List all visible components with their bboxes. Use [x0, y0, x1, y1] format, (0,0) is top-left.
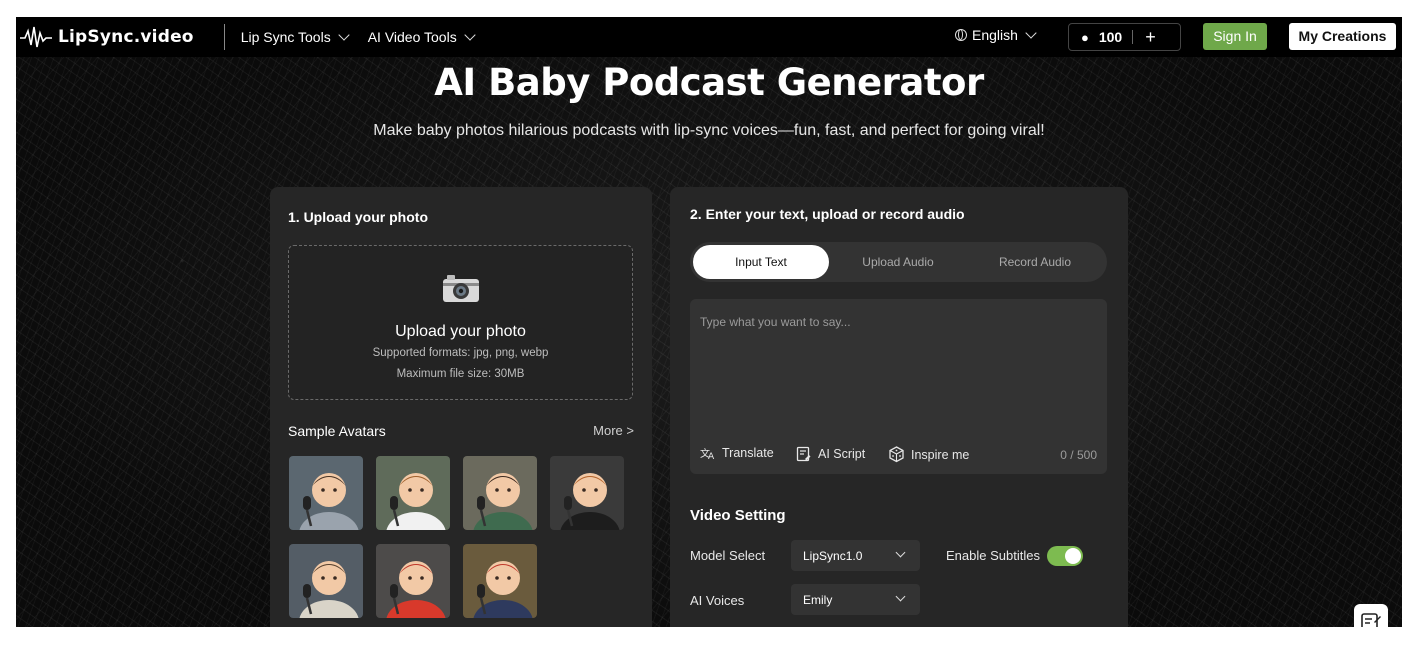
nav-label: AI Video Tools — [367, 29, 457, 45]
script-textarea[interactable]: Type what you want to say... 文 A Transla… — [690, 299, 1107, 474]
app-frame: LipSync.video Lip Sync Tools AI Video To… — [16, 17, 1402, 627]
translate-icon: 文 A — [700, 447, 715, 460]
audio-panel-title: 2. Enter your text, upload or record aud… — [690, 206, 965, 222]
language-selector[interactable]: English — [955, 27, 1037, 43]
avatar-image — [376, 544, 450, 618]
svg-text:A: A — [708, 452, 715, 460]
sample-avatars-label: Sample Avatars — [288, 423, 386, 439]
audio-mode-tabs: Input Text Upload Audio Record Audio — [690, 242, 1107, 282]
character-counter: 0 / 500 — [1060, 448, 1097, 462]
logo-text: LipSync.video — [58, 27, 194, 47]
model-select-value: LipSync1.0 — [803, 549, 863, 563]
inspire-me-label: Inspire me — [911, 447, 970, 462]
chevron-down-icon — [338, 29, 350, 41]
top-navigation-bar: LipSync.video Lip Sync Tools AI Video To… — [16, 17, 1402, 57]
chevron-down-icon — [895, 547, 906, 558]
logo[interactable]: LipSync.video — [20, 25, 194, 49]
chevron-down-icon — [895, 591, 906, 602]
sample-avatar[interactable] — [289, 544, 363, 618]
feedback-icon — [1361, 613, 1381, 627]
credits-divider — [1132, 30, 1134, 44]
subtitles-toggle[interactable] — [1047, 546, 1083, 566]
ai-script-button[interactable]: AI Script — [796, 446, 865, 462]
chevron-down-icon — [1025, 27, 1037, 39]
ai-script-icon — [796, 446, 811, 462]
sample-avatar[interactable] — [463, 544, 537, 618]
sign-in-button[interactable]: Sign In — [1203, 23, 1267, 50]
sample-avatar[interactable] — [376, 544, 450, 618]
upload-formats-hint: Supported formats: jpg, png, webp — [372, 347, 549, 359]
upload-title: Upload your photo — [395, 323, 526, 340]
chevron-down-icon — [464, 29, 476, 41]
audio-input-panel: 2. Enter your text, upload or record aud… — [670, 187, 1128, 627]
nav-lip-sync-tools[interactable]: Lip Sync Tools — [240, 29, 350, 45]
translate-button[interactable]: 文 A Translate — [700, 446, 774, 460]
sample-avatar[interactable] — [463, 456, 537, 530]
my-creations-button[interactable]: My Creations — [1289, 23, 1396, 50]
tab-upload-audio[interactable]: Upload Audio — [830, 245, 966, 279]
add-credits-button[interactable]: + — [1145, 27, 1156, 48]
credits-count: 100 — [1098, 29, 1123, 45]
sample-avatar[interactable] — [289, 456, 363, 530]
subtitles-label: Enable Subtitles — [946, 548, 1040, 563]
feedback-button[interactable] — [1354, 604, 1388, 627]
photo-upload-dropzone[interactable]: Upload your photo Supported formats: jpg… — [288, 245, 633, 400]
camera-icon — [443, 275, 479, 302]
page-title: AI Baby Podcast Generator — [434, 61, 984, 104]
avatar-image — [376, 456, 450, 530]
avatar-image — [289, 544, 363, 618]
model-select-label: Model Select — [690, 548, 766, 563]
language-label: English — [972, 27, 1018, 43]
ai-voices-label: AI Voices — [690, 593, 745, 608]
sample-avatar[interactable] — [376, 456, 450, 530]
avatar-image — [289, 456, 363, 530]
video-setting-heading: Video Setting — [690, 507, 786, 524]
header-divider — [223, 24, 225, 50]
dice-icon — [889, 446, 904, 463]
page-subtitle: Make baby photos hilarious podcasts with… — [373, 122, 1045, 139]
textarea-placeholder: Type what you want to say... — [700, 315, 851, 329]
logo-waveform-icon — [20, 26, 52, 48]
credits-widget: ● 100 + — [1068, 23, 1181, 51]
upload-panel-title: 1. Upload your photo — [288, 209, 428, 225]
tab-record-audio[interactable]: Record Audio — [967, 245, 1103, 279]
nav-ai-video-tools[interactable]: AI Video Tools — [367, 29, 476, 45]
coins-icon: ● — [1081, 29, 1089, 45]
sample-avatar[interactable] — [550, 456, 624, 530]
model-select-dropdown[interactable]: LipSync1.0 — [791, 540, 920, 571]
translate-label: Translate — [722, 446, 774, 460]
more-avatars-link[interactable]: More > — [593, 423, 634, 438]
nav-label: Lip Sync Tools — [240, 29, 331, 45]
inspire-me-button[interactable]: Inspire me — [888, 446, 969, 463]
upload-size-hint: Maximum file size: 30MB — [396, 368, 525, 380]
avatar-image — [463, 544, 537, 618]
ai-voices-value: Emily — [803, 593, 833, 607]
upload-photo-panel: 1. Upload your photo Upload your photo S… — [270, 187, 652, 627]
avatar-image — [550, 456, 624, 530]
ai-voices-dropdown[interactable]: Emily — [791, 584, 920, 615]
globe-icon — [955, 29, 967, 41]
tab-input-text[interactable]: Input Text — [693, 245, 829, 279]
ai-script-label: AI Script — [818, 447, 866, 461]
avatar-image — [463, 456, 537, 530]
